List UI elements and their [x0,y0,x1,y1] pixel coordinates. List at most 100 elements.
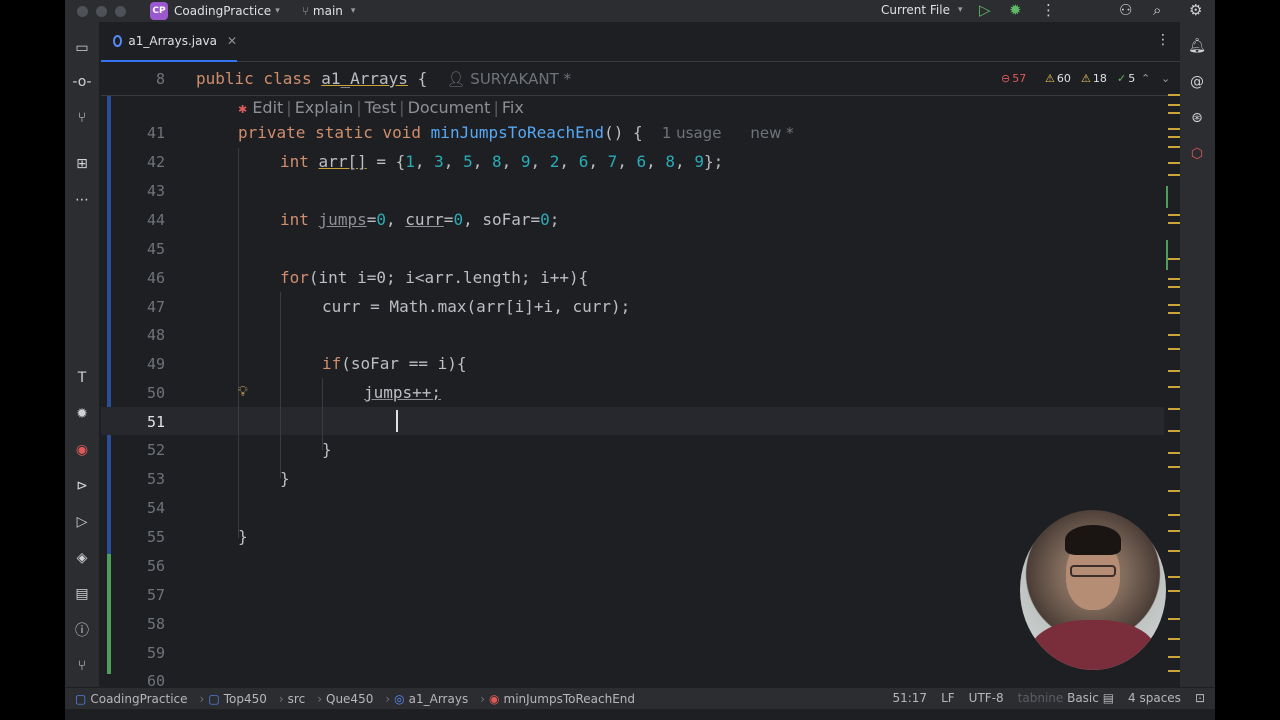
run-config-label: Current File [881,3,950,17]
run-icon[interactable]: ▷ [979,1,991,19]
chevron-down-icon[interactable]: ▾ [275,6,280,16]
git-icon[interactable]: ⑂ [72,656,92,676]
line-number: 52 [146,441,165,459]
breadcrumb-item[interactable]: Que450 [326,692,373,706]
vcs-branch-widget[interactable]: ⑂ main ▾ [302,4,356,18]
file-encoding[interactable]: UTF-8 [969,691,1004,705]
lightbulb-icon[interactable]: 💡︎ [238,384,248,400]
code-line-47: curr = Math.max(arr[i]+i, curr); [322,297,631,316]
editor-tab[interactable]: a1_Arrays.java ✕ [101,22,237,62]
plugin-icon[interactable]: ⬡ [1187,144,1207,164]
settings-gear-icon[interactable]: ⚙ [1189,1,1202,19]
editor-tab-bar: a1_Arrays.java ✕ ⋮ [101,22,1180,62]
run-tool-icon[interactable]: ▷ [72,512,92,532]
tabnine-widget[interactable]: tabnine Basic ▤ [1018,691,1114,705]
breadcrumb-item[interactable]: Top450 [224,692,267,706]
code-line-42: int arr[] = {1, 3, 5, 8, 9, 2, 6, 7, 6, … [280,152,724,171]
warning-icon: ⚠ [1081,72,1091,85]
line-number: 43 [146,182,165,200]
caret-position[interactable]: 51:17 [892,691,927,705]
debug-icon[interactable]: ✹ [1009,1,1022,19]
java-file-icon [113,35,123,47]
search-icon[interactable]: ⌕ [1153,1,1161,19]
lock-icon[interactable]: ⊡ [1195,691,1205,705]
indent-guide [238,148,239,538]
line-number: 47 [146,298,165,316]
code-line-49: if(soFar == i){ [322,354,467,373]
current-line-highlight [101,407,1164,435]
author-hint: 👤︎ SURYAKANT * [446,70,572,88]
breadcrumb-item[interactable]: minJumpsToReachEnd [504,692,636,706]
code-line-52: } [322,440,332,459]
add-user-icon[interactable]: ⚇ [1119,1,1132,19]
java-class-icon: ◎ [394,691,405,706]
errors-indicator[interactable]: ⊖ 57 [1001,72,1026,85]
ai-test-action[interactable]: Test [365,98,397,117]
more-actions-icon[interactable]: ⋮ [1041,1,1056,19]
sticky-scope-header: 8 public class a1_Arrays { 👤︎ SURYAKANT … [101,62,1180,96]
services-icon[interactable]: ⊳ [72,476,92,496]
tab-options-icon[interactable]: ⋮ [1156,32,1170,48]
weak-warnings-indicator[interactable]: ⚠ 18 [1081,72,1107,85]
typos-indicator[interactable]: ✓ 5 [1117,72,1135,85]
line-number: 8 [155,70,165,88]
debug-bug-icon[interactable]: ✹ [72,404,92,424]
maximize-window-button[interactable] [115,5,126,17]
close-window-button[interactable] [77,5,88,17]
indent-guide [280,292,281,478]
ai-edit-action[interactable]: Edit [252,98,283,117]
code-line-44: int jumps=0, curr=0, soFar=0; [280,210,560,229]
problems-icon[interactable]: ⓘ [72,620,92,640]
module-icon: ▢ [208,691,220,706]
terminal-icon[interactable]: ▤ [72,584,92,604]
notifications-bell-icon[interactable]: 🔔︎ [1187,36,1207,56]
build-hammer-icon[interactable]: T [72,368,92,388]
ai-explain-action[interactable]: Explain [295,98,354,117]
folder-icon[interactable]: ▭ [72,38,92,58]
status-bar: ▢ CoadingPractice › ▢ Top450 › src › Que… [65,687,1215,709]
branch-icon: ⑂ [301,4,309,18]
text-caret [396,410,398,432]
ai-document-action[interactable]: Document [408,98,491,117]
close-tab-icon[interactable]: ✕ [227,34,237,48]
indent-setting[interactable]: 4 spaces [1128,691,1181,705]
warnings-indicator[interactable]: ⚠ 60 [1045,72,1071,85]
breadcrumb-item[interactable]: a1_Arrays [409,692,469,706]
line-number: 55 [146,528,165,546]
commit-icon[interactable]: -o- [72,72,92,92]
method-icon: ◉ [489,691,500,706]
breadcrumb-item[interactable]: src [288,692,306,706]
line-number: 49 [146,355,165,373]
line-number-current: 51 [146,413,165,431]
ai-assistant-icon[interactable]: @ [1187,72,1207,92]
line-number: 46 [146,269,165,287]
ai-icon: ✱ [238,103,248,116]
code-line-53: } [280,469,290,488]
structure-icon[interactable]: ⊞ [72,154,92,174]
line-number: 45 [146,240,165,258]
line-number: 56 [146,557,165,575]
line-number: 54 [146,499,165,517]
next-highlight-icon[interactable]: ⌄ [1161,72,1170,85]
chevron-down-icon: ▾ [350,6,356,16]
breadcrumb-item[interactable]: CoadingPractice [90,692,187,706]
error-stripe[interactable] [1166,90,1180,680]
code-line-55: } [238,527,248,546]
ai-fix-action[interactable]: Fix [502,98,524,117]
line-separator[interactable]: LF [941,691,955,705]
vcs-added-marker [107,554,111,674]
line-number: 57 [146,586,165,604]
minimize-window-button[interactable] [96,5,107,17]
code-line-46: for(int i=0; i<arr.length; i++){ [280,268,589,287]
run-configuration-selector[interactable]: Current File ▾ [881,3,963,17]
prev-highlight-icon[interactable]: ⌃ [1141,72,1150,85]
more-tools-icon[interactable]: ⋯ [72,190,92,210]
layers-icon[interactable]: ◈ [72,548,92,568]
copilot-icon[interactable]: ⊛ [1187,108,1207,128]
breadcrumb: ▢ CoadingPractice › ▢ Top450 › src › Que… [75,691,636,706]
project-badge[interactable]: CP [150,2,168,20]
code-editor[interactable]: 8 public class a1_Arrays { 👤︎ SURYAKANT … [101,62,1180,690]
pull-requests-icon[interactable]: ⑂ [72,108,92,128]
project-name[interactable]: CoadingPractice [174,4,271,18]
profiler-icon[interactable]: ◉ [72,440,92,460]
